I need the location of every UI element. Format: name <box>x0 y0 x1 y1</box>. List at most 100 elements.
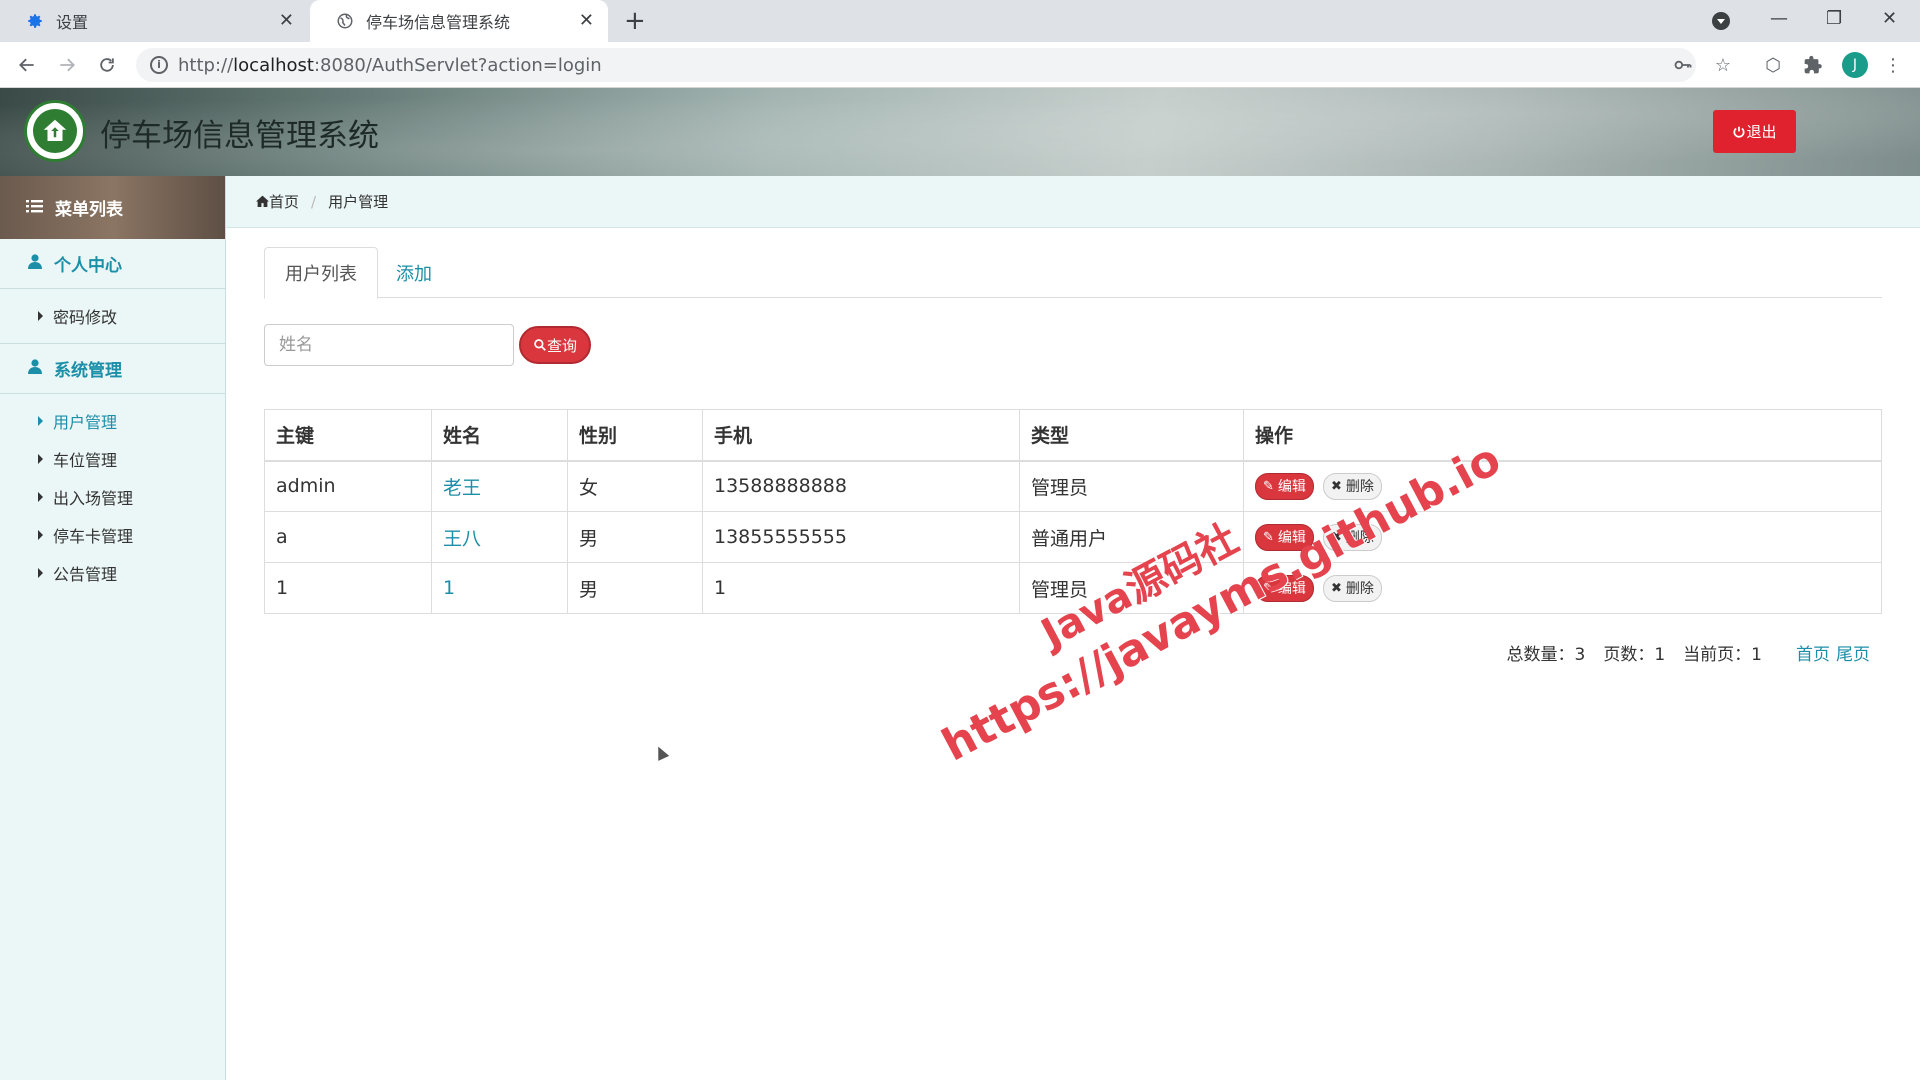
url-text: http://localhost:8080/AuthServlet?action… <box>178 55 602 76</box>
back-arrow-icon[interactable] <box>14 52 40 78</box>
menu-list-system: 用户管理 车位管理 出入场管理 停车卡管理 公告管理 <box>0 394 225 600</box>
user-icon <box>28 253 42 274</box>
cell-name-link[interactable]: 王八 <box>431 511 568 563</box>
sidebar-item-password[interactable]: 密码修改 <box>0 297 225 335</box>
cell-gender: 女 <box>567 460 703 512</box>
column-header-id: 主键 <box>264 409 432 462</box>
minimize-icon[interactable]: — <box>1770 8 1788 29</box>
edit-button[interactable]: ✎ 编辑 <box>1255 472 1314 500</box>
globe-icon <box>336 12 354 30</box>
column-header-type: 类型 <box>1019 409 1244 462</box>
cell-phone: 13855555555 <box>702 511 1020 563</box>
puzzle-icon[interactable] <box>1802 54 1824 76</box>
cell-gender: 男 <box>567 511 703 563</box>
sidebar-item-announcement[interactable]: 公告管理 <box>0 554 225 592</box>
pencil-icon: ✎ <box>1263 478 1274 494</box>
caret-right-icon <box>38 492 43 502</box>
last-page-link[interactable]: 尾页 <box>1836 640 1870 665</box>
cell-id: 1 <box>264 562 432 614</box>
menu-group-personal[interactable]: 个人中心 <box>0 239 225 289</box>
sidebar-item-user-management[interactable]: 用户管理 <box>0 402 225 440</box>
close-icon[interactable]: ✕ <box>579 12 594 30</box>
tab-title: 停车场信息管理系统 <box>366 13 511 32</box>
menu-group-label: 个人中心 <box>54 256 122 276</box>
breadcrumb-current: 用户管理 <box>328 193 389 211</box>
close-icon[interactable]: ✕ <box>279 12 294 30</box>
forward-arrow-icon[interactable] <box>54 52 80 78</box>
menu-kebab-icon[interactable]: ⋮ <box>1882 54 1904 76</box>
app-title: 停车场信息管理系统 <box>100 118 379 154</box>
extension-hexagon-icon[interactable]: ⬡ <box>1762 54 1784 76</box>
cell-phone: 13588888888 <box>702 460 1020 512</box>
home-icon <box>256 193 269 211</box>
caret-right-icon <box>38 416 43 426</box>
browser-tab-bar: 设置 ✕ 停车场信息管理系统 ✕ + — ❐ ✕ <box>0 0 1920 42</box>
caret-right-icon <box>38 530 43 540</box>
table-header-row: 主键 姓名 性别 手机 类型 操作 <box>264 409 1882 462</box>
name-search-input[interactable] <box>264 324 514 366</box>
sidebar: 菜单列表 个人中心 密码修改 系统管理 用户管理 车位管理 出入场管理 停车卡管… <box>0 176 226 1080</box>
logout-button[interactable]: 退出 <box>1713 110 1796 153</box>
current-page: 当前页：1 <box>1683 645 1762 665</box>
app-header: 停车场信息管理系统 退出 <box>0 88 1920 176</box>
cell-id: a <box>264 511 432 563</box>
search-button[interactable]: 查询 <box>519 326 591 364</box>
browser-toolbar: i http://localhost:8080/AuthServlet?acti… <box>0 42 1920 88</box>
cell-name-link[interactable]: 老王 <box>431 460 568 512</box>
first-page-link[interactable]: 首页 <box>1796 640 1830 665</box>
reload-icon[interactable] <box>94 52 120 78</box>
caret-right-icon <box>38 311 43 321</box>
sidebar-item-parking-space[interactable]: 车位管理 <box>0 440 225 478</box>
address-bar[interactable]: i http://localhost:8080/AuthServlet?acti… <box>136 48 1696 82</box>
restore-icon[interactable]: ❐ <box>1826 8 1842 29</box>
cell-type: 管理员 <box>1019 460 1244 512</box>
x-icon: ✖ <box>1330 580 1342 596</box>
column-header-gender: 性别 <box>567 409 703 462</box>
cell-id: admin <box>264 460 432 512</box>
pencil-icon: ✎ <box>1263 529 1274 545</box>
cell-phone: 1 <box>702 562 1020 614</box>
logout-label: 退出 <box>1746 124 1777 141</box>
gear-icon <box>26 12 44 30</box>
menu-list-header: 菜单列表 <box>0 176 225 239</box>
menu-group-label: 系统管理 <box>54 361 122 381</box>
column-header-phone: 手机 <box>702 409 1020 462</box>
delete-button[interactable]: ✖ 删除 <box>1322 574 1382 602</box>
tab-title: 设置 <box>56 13 89 32</box>
university-logo <box>24 100 86 162</box>
tab-settings[interactable]: 设置 ✕ <box>0 0 308 42</box>
column-header-actions: 操作 <box>1243 409 1882 462</box>
site-info-icon[interactable]: i <box>150 56 168 74</box>
sidebar-item-parking-card[interactable]: 停车卡管理 <box>0 516 225 554</box>
menu-list-personal: 密码修改 <box>0 289 225 344</box>
power-icon <box>1733 126 1745 138</box>
tab-add[interactable]: 添加 <box>376 247 452 298</box>
profile-avatar[interactable]: J <box>1842 52 1868 78</box>
menu-title: 菜单列表 <box>55 200 123 220</box>
table-row: a 王八 男 13855555555 普通用户 ✎ 编辑 ✖ 删除 <box>264 511 1882 563</box>
new-tab-plus-icon[interactable]: + <box>624 8 646 34</box>
breadcrumb-home[interactable]: 首页 <box>269 191 299 212</box>
content-tabs: 用户列表 添加 <box>264 247 1882 299</box>
cell-name-link[interactable]: 1 <box>431 562 568 614</box>
total-count: 总数量：3 <box>1506 645 1586 665</box>
search-button-label: 查询 <box>546 337 577 355</box>
menu-group-system[interactable]: 系统管理 <box>0 344 225 394</box>
page-count: 页数：1 <box>1603 645 1666 665</box>
caret-right-icon <box>38 568 43 578</box>
cell-gender: 男 <box>567 562 703 614</box>
window-close-icon[interactable]: ✕ <box>1882 8 1897 29</box>
mouse-cursor-icon <box>652 744 670 761</box>
search-icon <box>534 339 546 351</box>
sidebar-item-entry-exit[interactable]: 出入场管理 <box>0 478 225 516</box>
tab-search-icon[interactable] <box>1712 12 1730 30</box>
pagination: 总数量：3 页数：1 当前页：1 首页 尾页 <box>1507 640 1870 665</box>
cell-actions: ✎ 编辑 ✖ 删除 <box>1243 460 1882 512</box>
user-icon <box>28 358 42 379</box>
bookmark-star-icon[interactable]: ☆ <box>1712 54 1734 76</box>
key-icon[interactable] <box>1672 54 1694 76</box>
column-header-name: 姓名 <box>431 409 568 462</box>
tab-parking-system[interactable]: 停车场信息管理系统 ✕ <box>310 0 608 42</box>
tab-user-list[interactable]: 用户列表 <box>264 247 378 299</box>
x-icon: ✖ <box>1330 478 1342 494</box>
